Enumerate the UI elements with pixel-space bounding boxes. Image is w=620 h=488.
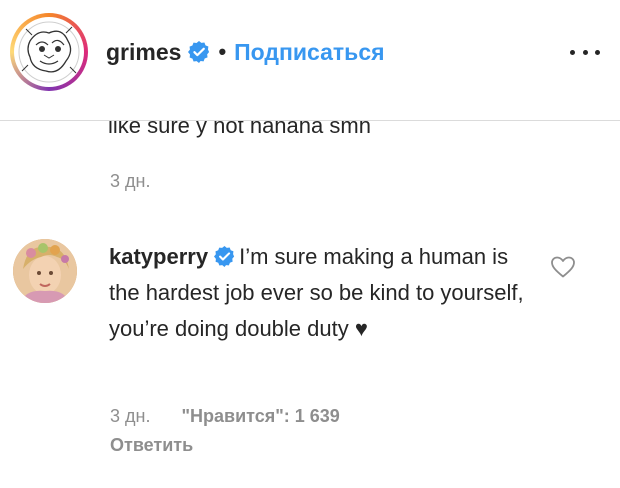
previous-comment-time[interactable]: 3 дн. xyxy=(110,171,150,192)
more-dot xyxy=(582,49,588,55)
heart-outline-icon[interactable] xyxy=(550,255,576,279)
header-separator: • xyxy=(218,39,227,64)
commenter-avatar[interactable] xyxy=(13,239,77,303)
comment-time[interactable]: 3 дн. xyxy=(110,406,150,426)
post-header: grimes • Подписаться xyxy=(0,0,620,104)
verified-badge-icon xyxy=(188,41,210,63)
commenter-name-group: katyperry xyxy=(109,244,239,269)
more-options-button[interactable] xyxy=(570,40,600,64)
more-dot xyxy=(570,49,575,55)
comments-list[interactable]: like sure y not hahaha smh 3 дн. katyper… xyxy=(0,121,620,488)
comment-body: katyperry I’m sure making a human is the … xyxy=(109,239,529,347)
more-dot xyxy=(595,49,600,55)
author-avatar-image xyxy=(14,17,84,87)
illustration-avatar-icon xyxy=(18,21,80,83)
reply-button[interactable]: Ответить xyxy=(110,435,193,456)
previous-comment-text: like sure y not hahaha smh xyxy=(108,121,371,138)
follow-button[interactable]: Подписаться xyxy=(234,39,384,66)
author-avatar[interactable] xyxy=(10,13,88,91)
author-username[interactable]: grimes xyxy=(106,39,181,66)
comment-likes-count[interactable]: "Нравится": 1 639 xyxy=(181,406,339,426)
commenter-avatar-image xyxy=(13,239,77,303)
comment-meta: 3 дн. "Нравится": 1 639 xyxy=(110,406,340,427)
verified-badge-icon xyxy=(214,246,235,267)
commenter-username[interactable]: katyperry xyxy=(109,244,208,269)
